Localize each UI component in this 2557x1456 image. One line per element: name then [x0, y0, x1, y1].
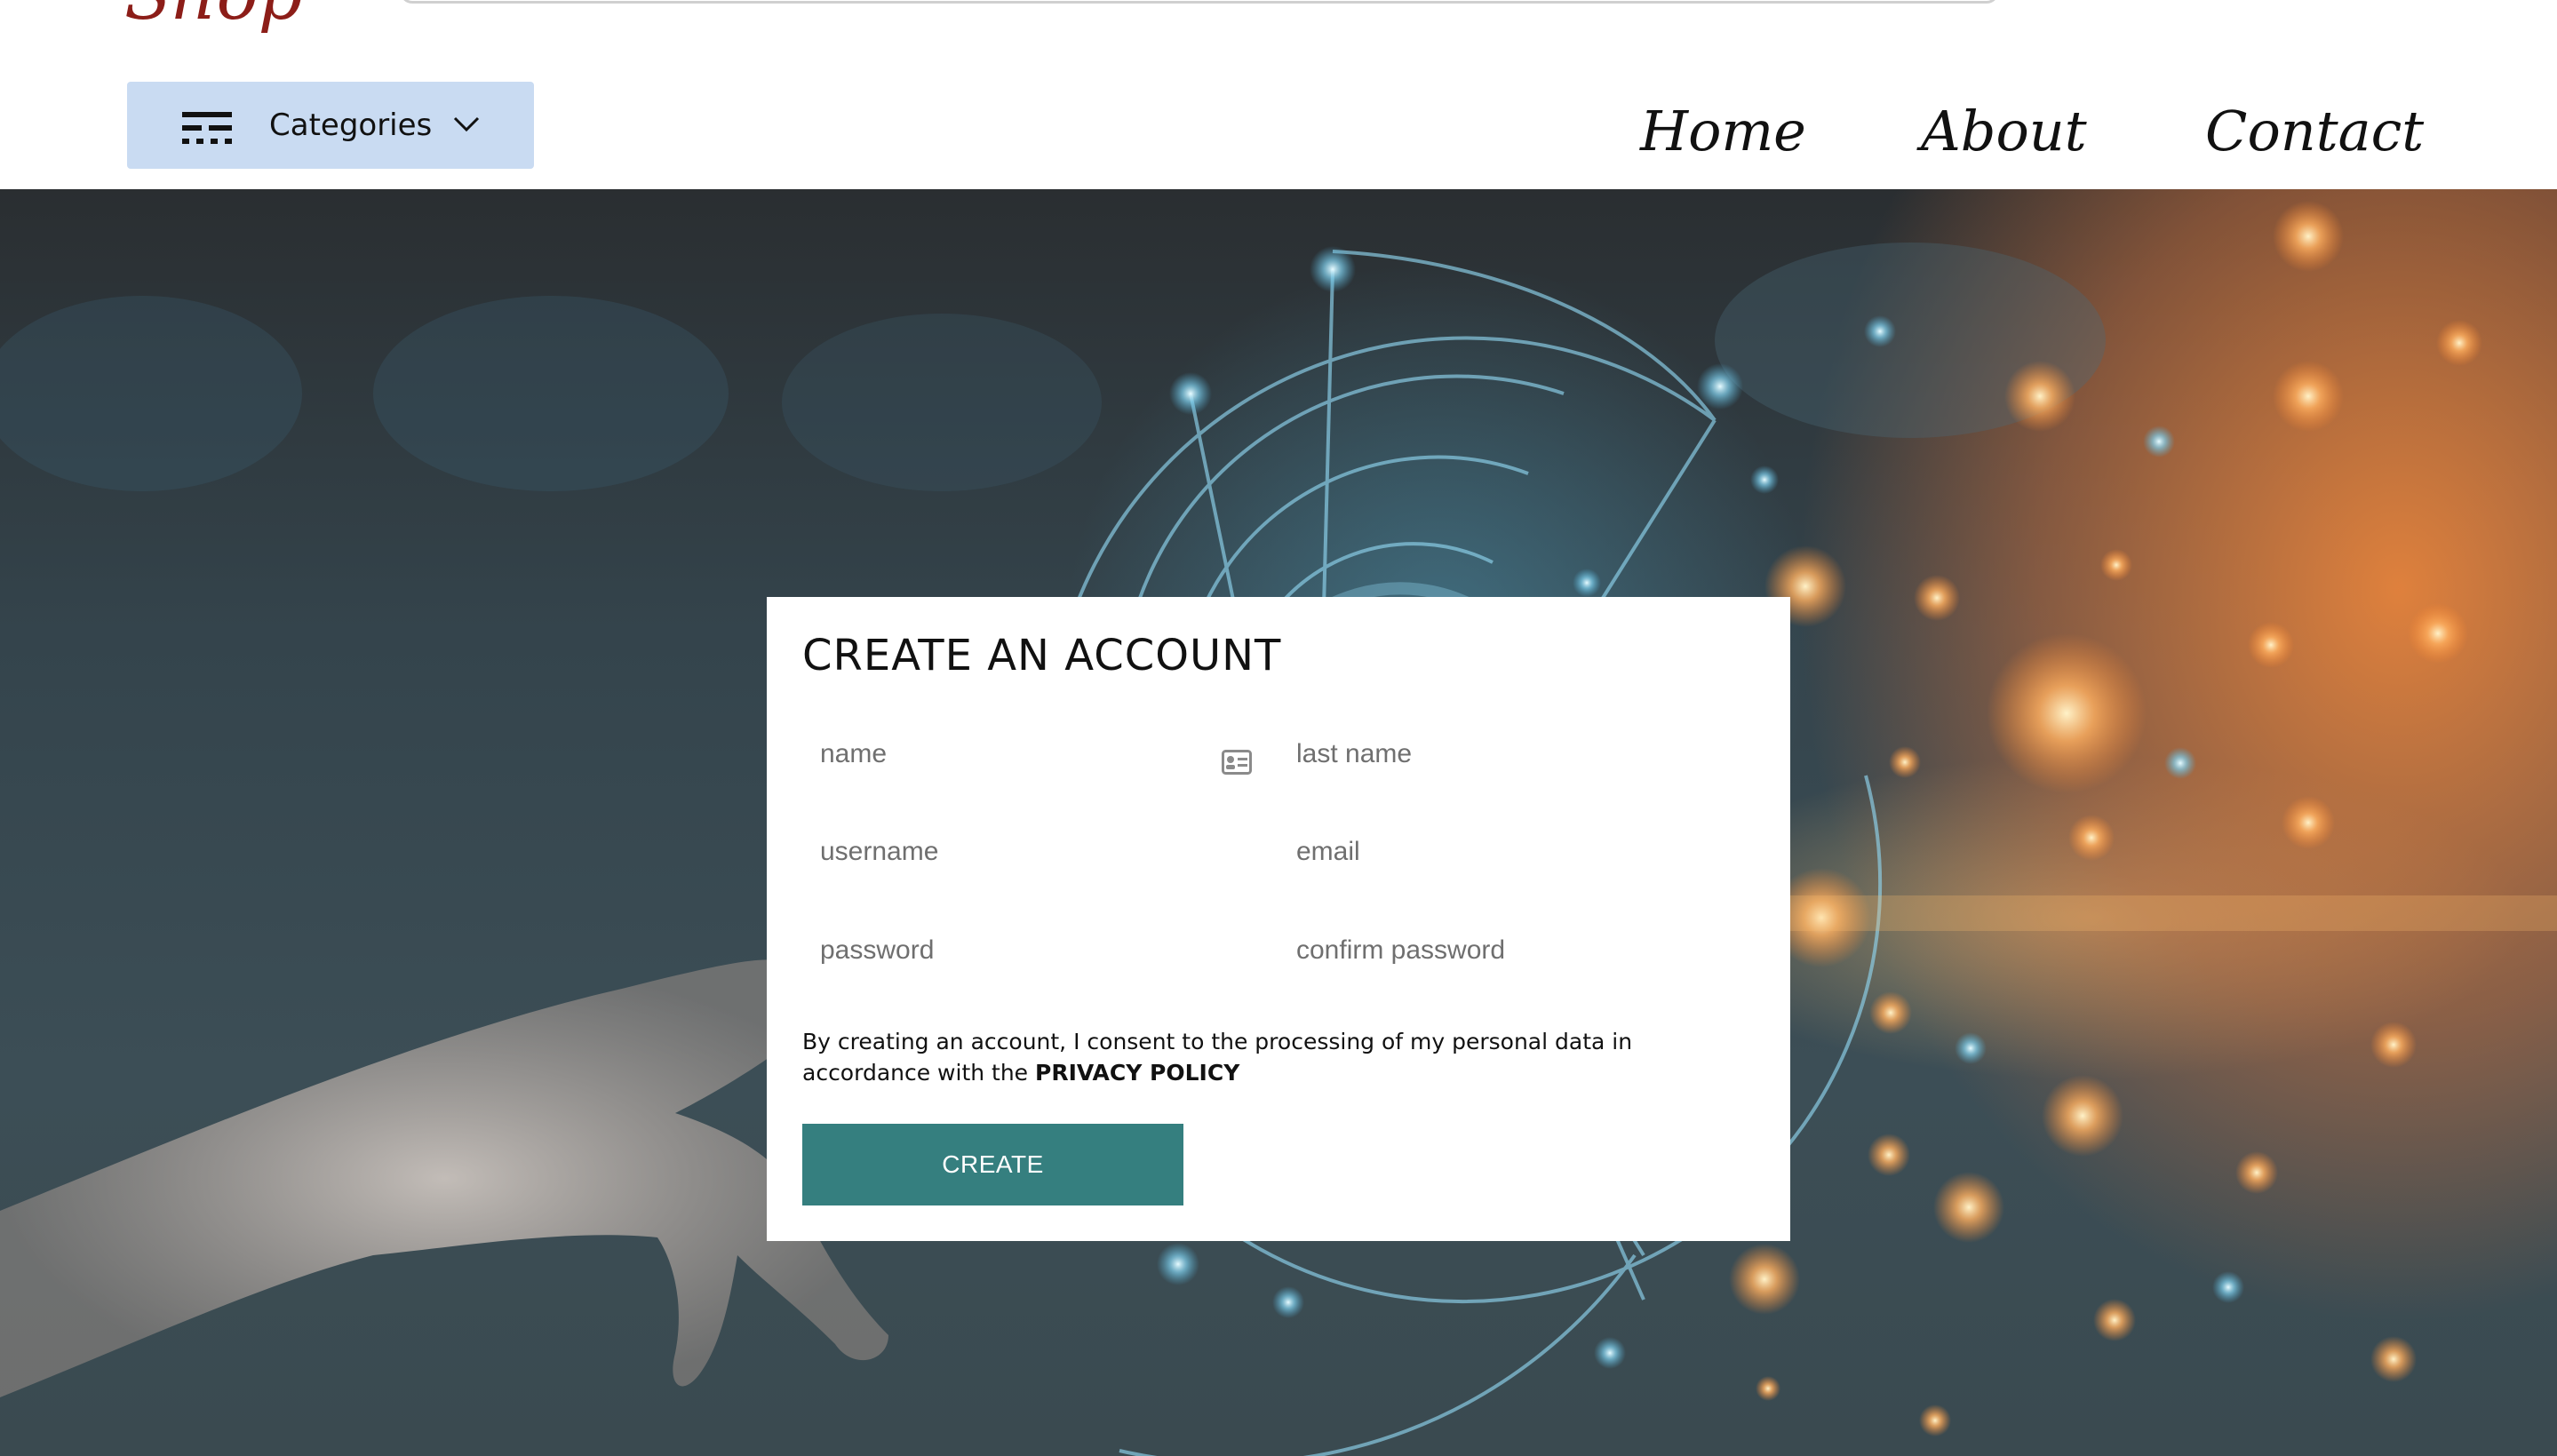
nav-contact[interactable]: Contact [2205, 96, 2424, 167]
search-input[interactable] [400, 0, 1999, 4]
nav-home[interactable]: Home [1640, 96, 1806, 167]
name-input[interactable] [802, 726, 1247, 783]
last-name-input[interactable] [1278, 726, 1758, 783]
id-card-icon [1222, 750, 1252, 775]
nav-about[interactable]: About [1921, 96, 2087, 167]
filter-icon [182, 112, 232, 144]
categories-label: Categories [269, 107, 433, 143]
create-account-card: CREATE AN ACCOUNT By creating an account… [767, 597, 1790, 1241]
consent-text: By creating an account, I consent to the… [802, 1026, 1762, 1088]
username-input[interactable] [802, 823, 1247, 880]
email-input[interactable] [1278, 823, 1758, 880]
shop-logo[interactable]: Shop [124, 0, 303, 30]
password-input[interactable] [802, 922, 1247, 979]
categories-button[interactable]: Categories [127, 82, 534, 169]
privacy-policy-link[interactable]: PRIVACY POLICY [1035, 1060, 1239, 1086]
site-header: Shop Categories Home About Contact [0, 0, 2557, 189]
create-button[interactable]: CREATE [802, 1124, 1183, 1205]
confirm-password-input[interactable] [1278, 922, 1758, 979]
chevron-down-icon [453, 116, 480, 132]
form-title: CREATE AN ACCOUNT [802, 631, 1282, 680]
